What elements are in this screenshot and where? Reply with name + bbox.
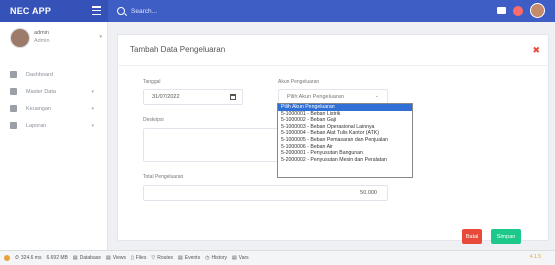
file-icon — [10, 122, 17, 129]
debug-tab-label: Database — [79, 255, 102, 261]
debug-time: ⏱ 324.6 ms — [15, 255, 42, 261]
debug-memory-value: 6.692 MB — [46, 255, 68, 261]
account-label: Akun Pengeluaran — [278, 79, 320, 85]
debug-time-value: 324.6 ms — [20, 255, 42, 261]
cancel-button-label: Batal — [465, 233, 479, 240]
chevron-down-icon: ⌄ — [374, 93, 379, 99]
sidebar-item-label: Master Data — [26, 88, 56, 95]
dropdown-option[interactable]: 5-2000001 - Penyusutan Bangunan — [278, 150, 412, 157]
dropdown-option[interactable]: 5-1000003 - Beban Operasional Lainnya — [278, 124, 412, 131]
sidebar-item-label: Dashboard — [26, 71, 53, 78]
chevron-down-icon: ▾ — [91, 88, 94, 95]
date-field[interactable]: 31/07/2022 — [143, 89, 243, 105]
debug-tab-database[interactable]: ▤ Database — [73, 255, 101, 261]
cancel-button[interactable]: Batal — [462, 229, 482, 244]
date-label: Tanggal — [143, 79, 161, 85]
description-label: Deskripsi — [143, 117, 164, 123]
debug-version: 4.1.5 — [529, 254, 541, 260]
user-role: Admin — [34, 38, 50, 44]
debug-tab-files[interactable]: ▯ Files — [131, 255, 146, 261]
chevron-down-icon[interactable]: ▾ — [99, 34, 102, 40]
save-button-label: Simpan — [496, 233, 516, 240]
debug-tab-label: Files — [135, 255, 147, 261]
debug-toolbar: ⏱ 324.6 ms 6.692 MB ▤ Database ▤ Views ▯… — [0, 250, 555, 265]
debug-tab-label: Views — [112, 255, 127, 261]
sidebar-item-label: Laporan — [26, 122, 47, 129]
dropdown-option[interactable]: 5-1000004 - Beban Alat Tulis Kantor (ATK… — [278, 130, 412, 137]
debug-tab-routes[interactable]: ▽ Routes — [151, 255, 173, 261]
total-field[interactable]: 50.000 — [143, 185, 388, 201]
sidebar: admin Admin ▾ Dashboard Master Data ▾ Ke… — [0, 22, 108, 250]
debugbar-logo-icon[interactable] — [4, 255, 10, 261]
topbar-actions — [497, 3, 545, 18]
close-icon[interactable]: ✖ — [532, 45, 540, 56]
date-value: 31/07/2022 — [152, 94, 180, 100]
dropdown-option[interactable]: 5-1000002 - Beban Gaji — [278, 117, 412, 124]
dropdown-option[interactable]: 5-1000001 - Beban Listrik — [278, 111, 412, 118]
page-title: Tambah Data Pengeluaran — [130, 45, 226, 54]
debug-tab-label: History — [211, 255, 228, 261]
user-name: admin — [34, 30, 49, 36]
account-selected-value: Pilih Akun Pengeluaran — [287, 94, 344, 100]
sidebar-nav: Dashboard Master Data ▾ Keuangan ▾ Lapor… — [0, 66, 108, 134]
dropdown-option[interactable]: Pilih Akun Pengeluaran — [278, 104, 412, 111]
notification-icon[interactable] — [513, 5, 523, 16]
debug-memory: 6.692 MB — [46, 255, 67, 261]
chevron-down-icon: ▾ — [91, 105, 94, 112]
message-icon[interactable] — [497, 7, 506, 14]
total-label: Total Pengeluaran — [143, 174, 184, 180]
search-placeholder: Search... — [131, 7, 158, 15]
database-icon — [10, 88, 17, 95]
app-brand-label: NEC APP — [10, 6, 52, 16]
debug-tab-label: Routes — [157, 255, 174, 261]
dropdown-option[interactable]: 5-1000005 - Beban Pemasaran dan Penjuala… — [278, 137, 412, 144]
chevron-down-icon: ▾ — [91, 122, 94, 129]
top-navbar: NEC APP Search... — [0, 0, 555, 22]
debug-tab-events[interactable]: ▤ Events — [178, 255, 200, 261]
dropdown-option[interactable]: 5-1000006 - Beban Air — [278, 144, 412, 151]
user-avatar[interactable] — [530, 3, 545, 18]
money-icon — [10, 105, 17, 112]
avatar — [10, 28, 30, 48]
save-button[interactable]: Simpan — [491, 229, 521, 244]
sidebar-item-keuangan[interactable]: Keuangan ▾ — [0, 100, 108, 117]
search-icon — [117, 7, 125, 15]
menu-toggle-icon[interactable] — [92, 6, 101, 15]
debug-tab-views[interactable]: ▤ Views — [106, 255, 126, 261]
home-icon — [10, 71, 17, 78]
sidebar-item-master-data[interactable]: Master Data ▾ — [0, 83, 108, 100]
sidebar-item-dashboard[interactable]: Dashboard — [0, 66, 108, 83]
account-dropdown-list: Pilih Akun Pengeluaran 5-1000001 - Beban… — [277, 103, 413, 178]
sidebar-item-laporan[interactable]: Laporan ▾ — [0, 117, 108, 134]
search-input[interactable]: Search... — [117, 3, 417, 19]
divider — [118, 65, 548, 66]
dropdown-option[interactable]: 5-2000002 - Penyusutan Mesin dan Peralat… — [278, 157, 412, 164]
debug-tab-vars[interactable]: ▤ Vars — [232, 255, 249, 261]
sidebar-item-label: Keuangan — [26, 105, 52, 112]
debug-tab-history[interactable]: ◷ History — [205, 255, 227, 261]
total-value: 50.000 — [360, 190, 377, 196]
debug-tab-label: Events — [184, 255, 201, 261]
user-panel[interactable]: admin Admin ▾ — [10, 28, 102, 50]
calendar-icon[interactable] — [230, 94, 236, 100]
debug-tab-label: Vars — [238, 255, 249, 261]
